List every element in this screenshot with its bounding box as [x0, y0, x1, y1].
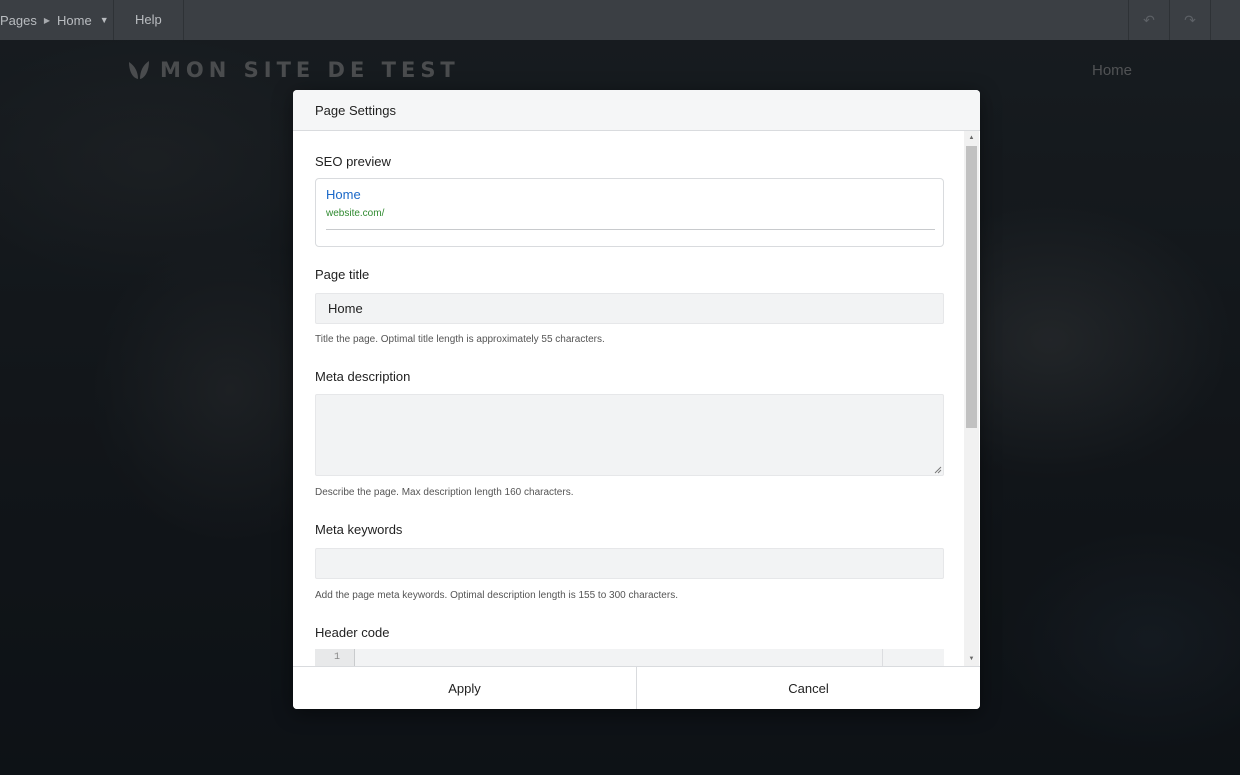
page-settings-dialog: Page Settings SEO preview Home website.c…	[293, 90, 980, 709]
cancel-button[interactable]: Cancel	[636, 667, 980, 709]
dialog-title: Page Settings	[315, 102, 396, 118]
meta-keywords-hint: Add the page meta keywords. Optimal desc…	[315, 590, 678, 601]
seo-preview-box: Home website.com/	[315, 178, 944, 247]
scrollbar-thumb[interactable]	[966, 146, 977, 428]
seo-preview-label: SEO preview	[315, 154, 391, 169]
meta-description-textarea[interactable]	[315, 394, 944, 476]
dialog-body: SEO preview Home website.com/ Page title…	[293, 131, 980, 666]
line-number: 1	[315, 649, 355, 666]
header-code-label: Header code	[315, 625, 390, 640]
breadcrumb-separator-icon: ▶	[43, 15, 51, 25]
scroll-up-arrow-icon[interactable]: ▲	[964, 131, 979, 145]
breadcrumb: Pages ▶ Home ▼	[0, 0, 114, 40]
apply-button[interactable]: Apply	[293, 667, 636, 709]
seo-preview-title: Home	[326, 187, 361, 202]
breadcrumb-pages[interactable]: Pages	[0, 13, 37, 28]
redo-icon[interactable]: ↷	[1169, 0, 1210, 40]
dialog-header: Page Settings	[293, 90, 980, 131]
meta-description-hint: Describe the page. Max description lengt…	[315, 487, 574, 498]
chevron-down-icon[interactable]: ▼	[100, 15, 109, 25]
dialog-scrollbar[interactable]: ▲ ▼	[964, 131, 979, 666]
page-title-input[interactable]: Home	[315, 293, 944, 324]
toolbar-actions: ↶ ↷	[1128, 0, 1240, 40]
help-menu[interactable]: Help	[114, 0, 184, 40]
header-code-editor[interactable]: 1	[315, 649, 944, 666]
print-margin	[882, 649, 883, 666]
undo-icon[interactable]: ↶	[1128, 0, 1169, 40]
settings-icon[interactable]	[1210, 0, 1240, 40]
resize-handle-icon[interactable]	[934, 466, 942, 474]
page-title-hint: Title the page. Optimal title length is …	[315, 334, 605, 345]
seo-preview-url: website.com/	[326, 208, 385, 219]
meta-keywords-label: Meta keywords	[315, 522, 403, 537]
editor-toolbar: Pages ▶ Home ▼ Help ↶ ↷	[0, 0, 1240, 40]
meta-description-label: Meta description	[315, 369, 411, 384]
scroll-down-arrow-icon[interactable]: ▼	[964, 652, 979, 666]
breadcrumb-current-page[interactable]: Home	[57, 13, 92, 28]
meta-keywords-input[interactable]	[315, 548, 944, 579]
page-title-label: Page title	[315, 267, 370, 282]
divider	[326, 229, 935, 230]
dialog-footer: Apply Cancel	[293, 666, 980, 709]
